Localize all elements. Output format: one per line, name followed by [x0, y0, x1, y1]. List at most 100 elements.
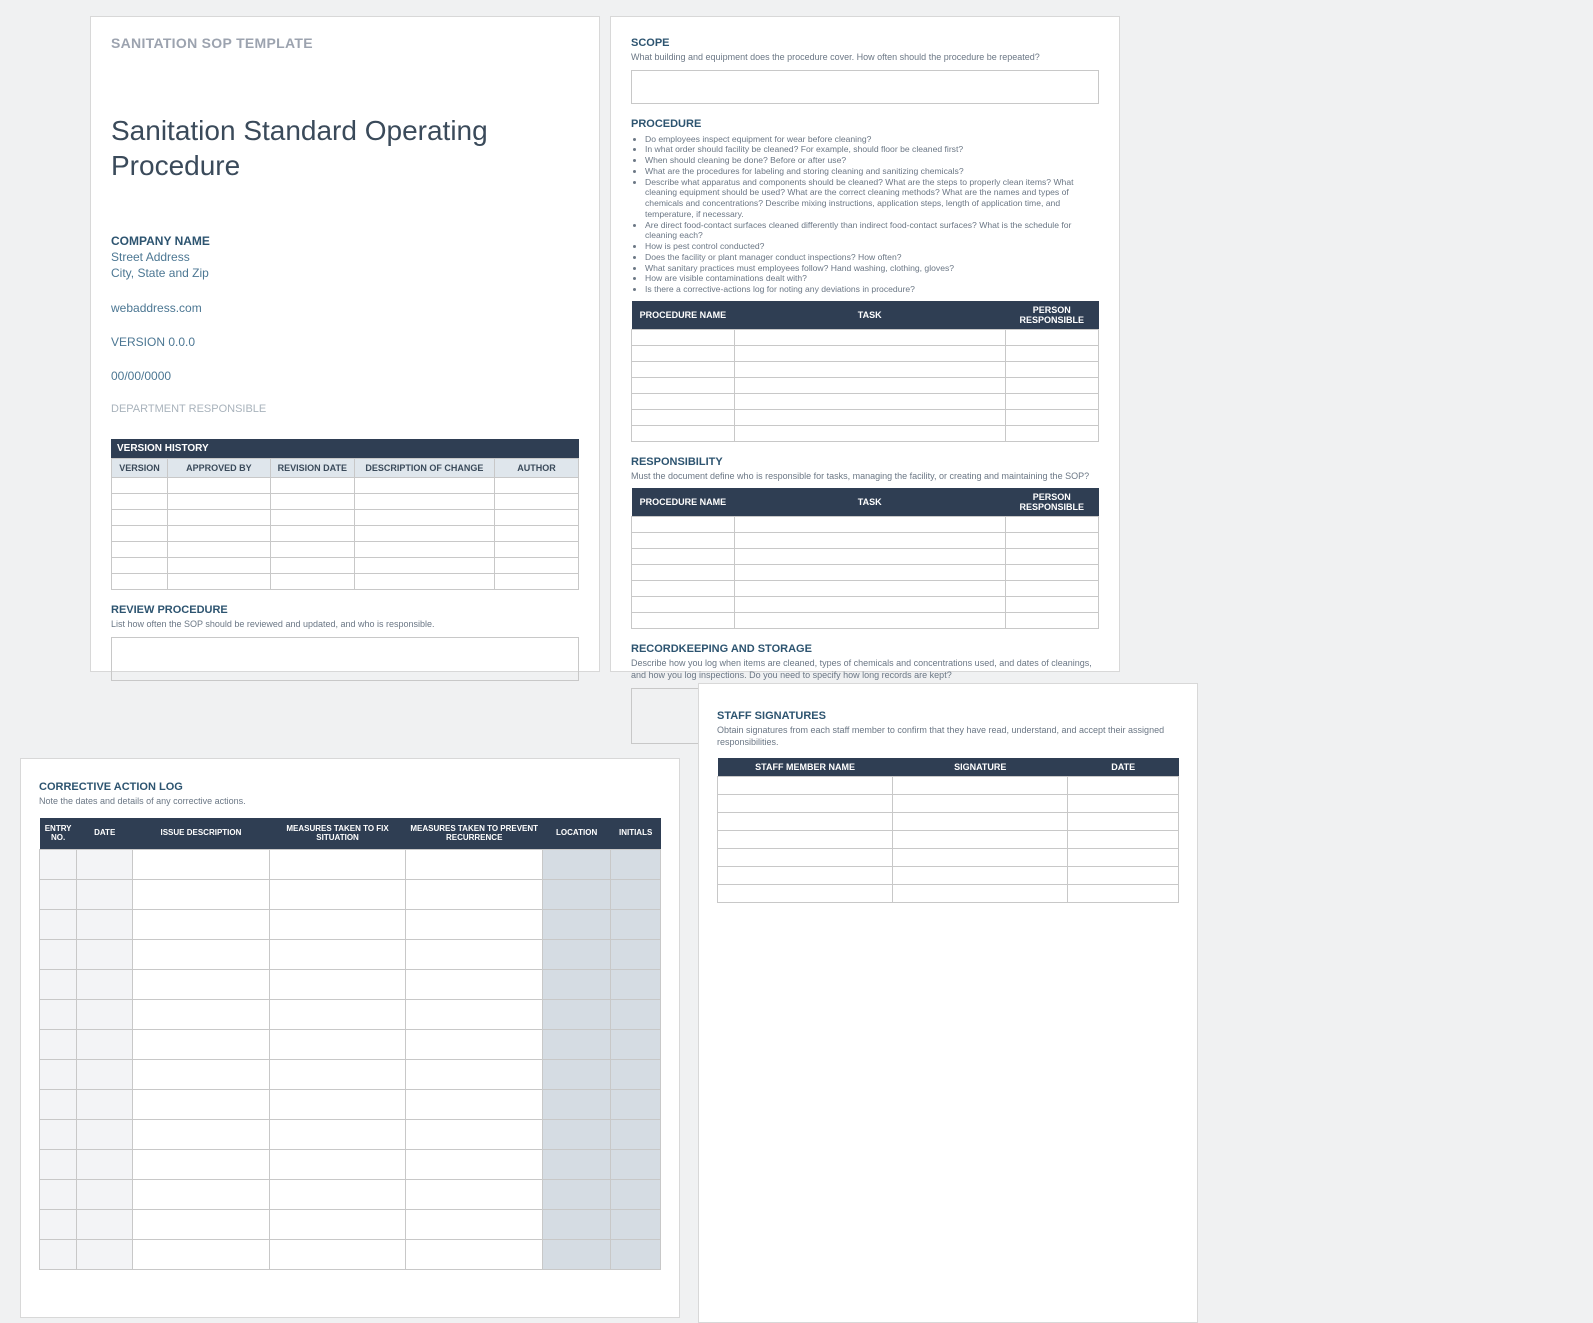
- table-row: [40, 999, 661, 1029]
- version-history-heading: VERSION HISTORY: [111, 439, 579, 458]
- table-row: [632, 613, 1099, 629]
- table-row: [632, 345, 1099, 361]
- table-row: [40, 1029, 661, 1059]
- list-item: How is pest control conducted?: [645, 241, 1099, 252]
- table-row: [40, 939, 661, 969]
- web-address: webaddress.com: [111, 300, 579, 316]
- staff-signatures-table: STAFF MEMBER NAME SIGNATURE DATE: [717, 758, 1179, 903]
- proc-col-responsible: PERSON RESPONSIBLE: [1005, 301, 1098, 330]
- vh-col-approved-by: APPROVED BY: [168, 458, 271, 477]
- table-row: [40, 879, 661, 909]
- corrective-action-table: ENTRY NO. DATE ISSUE DESCRIPTION MEASURE…: [39, 818, 661, 1270]
- department-label: DEPARTMENT RESPONSIBLE: [111, 402, 579, 417]
- page-1: SANITATION SOP TEMPLATE Sanitation Stand…: [90, 16, 600, 672]
- sig-col-signature: SIGNATURE: [893, 758, 1068, 777]
- cal-col-date: DATE: [77, 818, 133, 850]
- vh-col-version: VERSION: [112, 458, 168, 477]
- table-row: [40, 1239, 661, 1269]
- vh-col-revision-date: REVISION DATE: [270, 458, 354, 477]
- table-row: [632, 549, 1099, 565]
- table-row: [718, 795, 1179, 813]
- list-item: How are visible contaminations dealt wit…: [645, 273, 1099, 284]
- staff-signatures-heading: STAFF SIGNATURES: [717, 710, 1179, 722]
- address-line-2: City, State and Zip: [111, 265, 579, 281]
- table-row: [112, 477, 579, 493]
- cal-col-location: LOCATION: [543, 818, 611, 850]
- table-row: [632, 377, 1099, 393]
- table-row: [632, 393, 1099, 409]
- responsibility-heading: RESPONSIBILITY: [631, 456, 1099, 468]
- table-row: [718, 849, 1179, 867]
- page-4: STAFF SIGNATURES Obtain signatures from …: [698, 683, 1198, 1323]
- table-row: [718, 831, 1179, 849]
- page-3: CORRECTIVE ACTION LOG Note the dates and…: [20, 758, 680, 1318]
- table-row: [632, 409, 1099, 425]
- table-row: [632, 329, 1099, 345]
- list-item: What sanitary practices must employees f…: [645, 263, 1099, 274]
- corrective-action-desc: Note the dates and details of any correc…: [39, 796, 661, 808]
- resp-col-task: TASK: [734, 488, 1005, 517]
- list-item: In what order should facility be cleaned…: [645, 144, 1099, 155]
- resp-col-name: PROCEDURE NAME: [632, 488, 735, 517]
- review-procedure-input[interactable]: [111, 637, 579, 681]
- table-row: [632, 517, 1099, 533]
- cal-col-initials: INITIALS: [611, 818, 661, 850]
- procedure-bullets: Do employees inspect equipment for wear …: [645, 134, 1099, 295]
- table-row: [632, 581, 1099, 597]
- table-row: [112, 509, 579, 525]
- date-label: 00/00/0000: [111, 368, 579, 384]
- list-item: Describe what apparatus and components s…: [645, 177, 1099, 220]
- table-row: [632, 533, 1099, 549]
- table-row: [40, 1089, 661, 1119]
- procedure-table: PROCEDURE NAME TASK PERSON RESPONSIBLE: [631, 301, 1099, 442]
- version-label: VERSION 0.0.0: [111, 334, 579, 350]
- company-meta: COMPANY NAME Street Address City, State …: [111, 233, 579, 417]
- list-item: Do employees inspect equipment for wear …: [645, 134, 1099, 145]
- cal-col-prevent: MEASURES TAKEN TO PREVENT RECURRENCE: [406, 818, 543, 850]
- table-row: [112, 573, 579, 589]
- table-row: [718, 813, 1179, 831]
- page-2: SCOPE What building and equipment does t…: [610, 16, 1120, 672]
- cal-col-issue: ISSUE DESCRIPTION: [133, 818, 270, 850]
- resp-col-responsible: PERSON RESPONSIBLE: [1005, 488, 1098, 517]
- proc-col-name: PROCEDURE NAME: [632, 301, 735, 330]
- cal-col-fix: MEASURES TAKEN TO FIX SITUATION: [269, 818, 406, 850]
- table-row: [632, 565, 1099, 581]
- responsibility-desc: Must the document define who is responsi…: [631, 471, 1099, 483]
- table-row: [112, 557, 579, 573]
- review-procedure-desc: List how often the SOP should be reviewe…: [111, 619, 579, 631]
- list-item: Does the facility or plant manager condu…: [645, 252, 1099, 263]
- review-procedure-heading: REVIEW PROCEDURE: [111, 604, 579, 616]
- table-row: [40, 1209, 661, 1239]
- recordkeeping-desc: Describe how you log when items are clea…: [631, 658, 1099, 681]
- table-row: [718, 885, 1179, 903]
- scope-input[interactable]: [631, 70, 1099, 104]
- responsibility-table: PROCEDURE NAME TASK PERSON RESPONSIBLE: [631, 488, 1099, 629]
- table-row: [40, 969, 661, 999]
- table-row: [632, 425, 1099, 441]
- table-row: [40, 1179, 661, 1209]
- table-row: [112, 493, 579, 509]
- list-item: What are the procedures for labeling and…: [645, 166, 1099, 177]
- scope-heading: SCOPE: [631, 37, 1099, 49]
- sig-col-name: STAFF MEMBER NAME: [718, 758, 893, 777]
- company-name: COMPANY NAME: [111, 233, 579, 249]
- table-row: [632, 361, 1099, 377]
- list-item: When should cleaning be done? Before or …: [645, 155, 1099, 166]
- vh-col-description: DESCRIPTION OF CHANGE: [354, 458, 494, 477]
- table-row: [718, 867, 1179, 885]
- procedure-heading: PROCEDURE: [631, 118, 1099, 130]
- staff-signatures-desc: Obtain signatures from each staff member…: [717, 725, 1179, 748]
- vh-col-author: AUTHOR: [494, 458, 578, 477]
- document-title: Sanitation Standard Operating Procedure: [111, 113, 579, 183]
- list-item: Are direct food-contact surfaces cleaned…: [645, 220, 1099, 241]
- table-row: [40, 849, 661, 879]
- table-row: [40, 909, 661, 939]
- list-item: Is there a corrective-actions log for no…: [645, 284, 1099, 295]
- recordkeeping-heading: RECORDKEEPING AND STORAGE: [631, 643, 1099, 655]
- table-row: [112, 525, 579, 541]
- table-row: [112, 541, 579, 557]
- cal-col-entry: ENTRY NO.: [40, 818, 77, 850]
- template-label: SANITATION SOP TEMPLATE: [111, 35, 579, 51]
- table-row: [40, 1149, 661, 1179]
